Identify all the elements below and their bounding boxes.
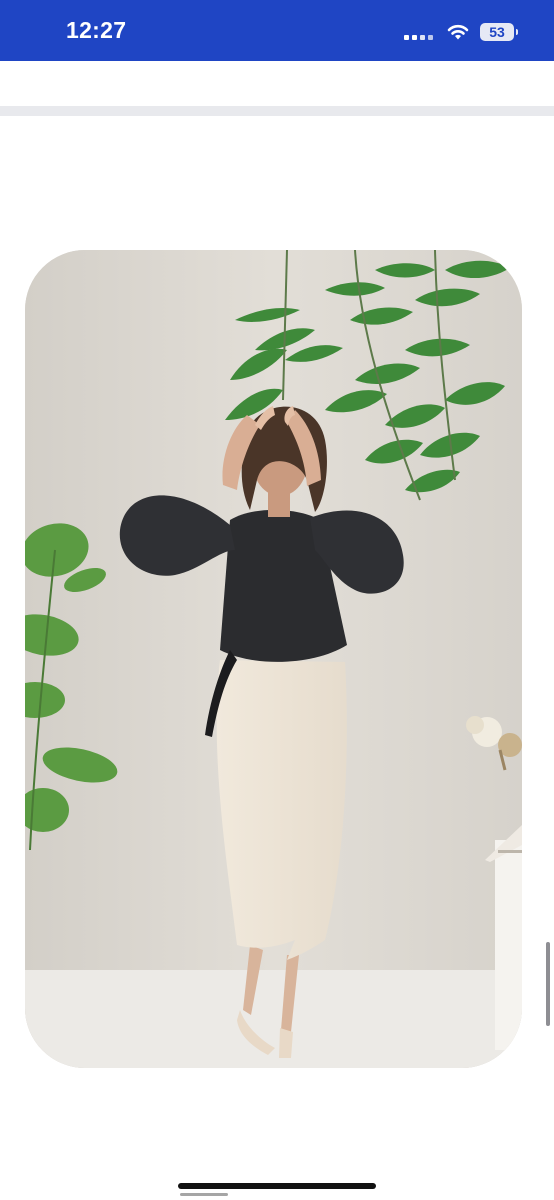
cellular-signal-icon bbox=[404, 23, 436, 41]
wifi-icon bbox=[447, 24, 469, 40]
scroll-indicator[interactable] bbox=[546, 942, 550, 1026]
floor bbox=[25, 970, 522, 1068]
status-icons: 53 bbox=[404, 20, 518, 44]
video-frame bbox=[25, 250, 522, 1068]
battery-icon: 53 bbox=[480, 23, 518, 41]
status-bar: 12:27 53 bbox=[0, 0, 554, 61]
status-time: 12:27 bbox=[66, 17, 127, 43]
home-indicator[interactable] bbox=[178, 1183, 376, 1189]
video-player[interactable] bbox=[25, 250, 522, 1068]
home-indicator-shadow bbox=[180, 1193, 228, 1196]
battery-level: 53 bbox=[489, 24, 505, 40]
header-divider bbox=[0, 106, 554, 116]
